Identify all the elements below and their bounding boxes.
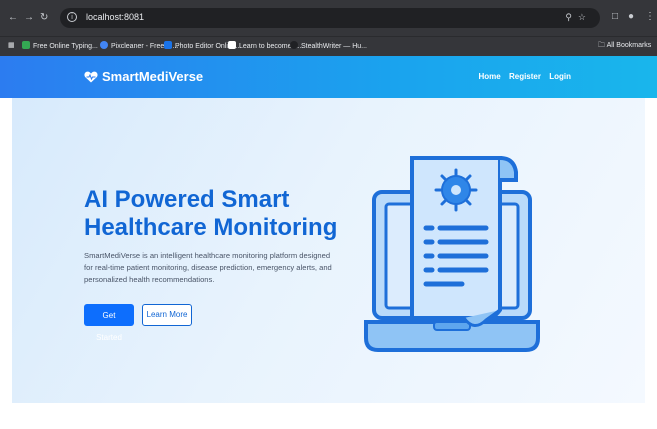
- hero-title: AI Powered Smart Healthcare Monitoring: [84, 186, 338, 241]
- nav-link-home[interactable]: Home: [479, 72, 501, 81]
- url-text: localhost:8081: [86, 12, 145, 22]
- site-info-icon[interactable]: i: [67, 12, 77, 22]
- menu-icon[interactable]: ⋮: [645, 11, 655, 22]
- bookmark-favicon-icon: [228, 41, 236, 49]
- bookmark-favicon-icon: [100, 41, 108, 49]
- learn-more-button[interactable]: Learn More: [142, 304, 192, 326]
- apps-icon[interactable]: ▦: [8, 41, 15, 49]
- all-bookmarks[interactable]: 🗀 All Bookmarks: [598, 41, 651, 52]
- hero-description: SmartMediVerse is an intelligent healthc…: [84, 251, 332, 284]
- page-bottom: [0, 403, 657, 429]
- back-arrow-icon[interactable]: ←: [8, 12, 18, 24]
- bookmark-item[interactable]: StealthWriter — Hu...: [290, 41, 367, 50]
- bookmark-favicon-icon: [22, 41, 30, 49]
- bookmarks-bar: ▦ Free Online Typing... Pixcleaner - Fre…: [0, 36, 657, 56]
- star-icon[interactable]: ☆: [578, 12, 592, 22]
- browser-chrome: ← → ↻ i localhost:8081 ⚲☆ □ ● ⋮ ▦ Free O…: [0, 0, 657, 56]
- brand-name: SmartMediVerse: [102, 69, 204, 84]
- zoom-icon[interactable]: ⚲: [565, 12, 578, 22]
- forward-arrow-icon[interactable]: →: [24, 12, 34, 24]
- laptop-document-virus-icon: [364, 156, 540, 352]
- zoom-star-icons[interactable]: ⚲☆: [565, 12, 592, 23]
- app-navbar: SmartMediVerse Home Register Login: [0, 56, 657, 98]
- reload-icon[interactable]: ↻: [40, 12, 48, 24]
- nav-link-register[interactable]: Register: [509, 72, 541, 81]
- extensions-icon[interactable]: □: [612, 11, 618, 22]
- heart-logo-icon: [84, 71, 98, 83]
- bookmark-favicon-icon: [164, 41, 172, 49]
- bookmark-favicon-icon: [290, 41, 298, 49]
- brand-logo[interactable]: SmartMediVerse: [84, 69, 203, 84]
- profile-icon[interactable]: ●: [628, 11, 634, 22]
- nav-links: Home Register Login: [473, 72, 572, 81]
- nav-link-login[interactable]: Login: [549, 72, 571, 81]
- address-bar-row: ← → ↻ i localhost:8081 ⚲☆ □ ● ⋮: [0, 0, 657, 36]
- get-started-button[interactable]: Get Started: [84, 304, 134, 342]
- url-bar[interactable]: i localhost:8081 ⚲☆: [60, 8, 600, 28]
- bookmark-item[interactable]: Free Online Typing...: [22, 41, 98, 50]
